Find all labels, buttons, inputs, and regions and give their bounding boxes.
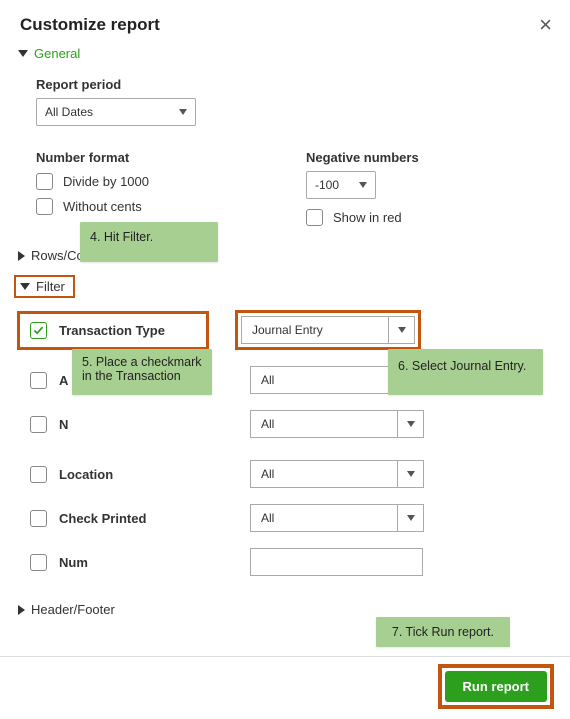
name-value: All — [261, 417, 274, 431]
check-printed-value: All — [261, 511, 274, 525]
negative-numbers-select[interactable]: -100 — [306, 171, 376, 199]
check-printed-dropdown-button[interactable] — [398, 504, 424, 532]
num-checkbox[interactable] — [30, 554, 47, 571]
section-header-footer-label: Header/Footer — [31, 602, 115, 617]
page-title: Customize report — [20, 15, 160, 35]
transaction-type-select[interactable]: Journal Entry — [241, 316, 389, 344]
check-printed-checkbox[interactable] — [30, 510, 47, 527]
location-select[interactable]: All — [250, 460, 398, 488]
number-format-label: Number format — [36, 150, 246, 165]
report-period-label: Report period — [36, 77, 546, 92]
section-general-label: General — [34, 46, 80, 61]
without-cents-checkbox[interactable] — [36, 198, 53, 215]
chevron-down-icon — [179, 109, 187, 115]
check-printed-select[interactable]: All — [250, 504, 398, 532]
name-select[interactable]: All — [250, 410, 398, 438]
transaction-type-value: Journal Entry — [252, 323, 323, 337]
report-period-value: All Dates — [45, 105, 93, 119]
location-value: All — [261, 467, 274, 481]
negative-numbers-value: -100 — [315, 178, 339, 192]
annotation-tip-5: 5. Place a checkmark in the Transaction — [72, 349, 212, 395]
chevron-down-icon — [407, 471, 415, 477]
chevron-right-icon — [18, 605, 25, 615]
annotation-tip-6: 6. Select Journal Entry. — [388, 349, 543, 395]
report-period-select[interactable]: All Dates — [36, 98, 196, 126]
section-filter-toggle[interactable]: Filter — [14, 275, 75, 298]
check-icon — [33, 325, 44, 336]
negative-numbers-label: Negative numbers — [306, 150, 516, 165]
chevron-down-icon — [20, 283, 30, 290]
num-input[interactable] — [250, 548, 423, 576]
chevron-down-icon — [407, 421, 415, 427]
name-label: N — [59, 417, 68, 432]
account-value: All — [261, 373, 274, 387]
run-report-highlight: Run report — [438, 664, 554, 709]
close-icon[interactable]: × — [539, 14, 552, 36]
transaction-type-checkbox[interactable] — [30, 322, 47, 339]
annotation-tip-7: 7. Tick Run report. — [376, 617, 510, 647]
annotation-tip-4: 4. Hit Filter. — [80, 222, 218, 262]
chevron-down-icon — [407, 515, 415, 521]
without-cents-label: Without cents — [63, 199, 142, 214]
check-printed-label: Check Printed — [59, 511, 146, 526]
footer-divider — [0, 656, 570, 657]
transaction-type-label: Transaction Type — [59, 323, 165, 338]
account-checkbox[interactable] — [30, 372, 47, 389]
transaction-type-dropdown-button[interactable] — [389, 316, 415, 344]
location-dropdown-button[interactable] — [398, 460, 424, 488]
chevron-down-icon — [359, 182, 367, 188]
name-checkbox[interactable] — [30, 416, 47, 433]
filter-transaction-type: Transaction Type — [17, 311, 209, 350]
show-in-red-checkbox[interactable] — [306, 209, 323, 226]
location-checkbox[interactable] — [30, 466, 47, 483]
section-general-toggle[interactable]: General — [0, 40, 570, 67]
num-label: Num — [59, 555, 88, 570]
chevron-down-icon — [398, 327, 406, 333]
location-label: Location — [59, 467, 113, 482]
name-dropdown-button[interactable] — [398, 410, 424, 438]
account-label: A — [59, 373, 68, 388]
run-report-button[interactable]: Run report — [445, 671, 547, 702]
chevron-right-icon — [18, 251, 25, 261]
section-filter-label: Filter — [36, 279, 65, 294]
chevron-down-icon — [18, 50, 28, 57]
divide-by-1000-checkbox[interactable] — [36, 173, 53, 190]
divide-by-1000-label: Divide by 1000 — [63, 174, 149, 189]
show-in-red-label: Show in red — [333, 210, 402, 225]
account-select[interactable]: All — [250, 366, 398, 394]
